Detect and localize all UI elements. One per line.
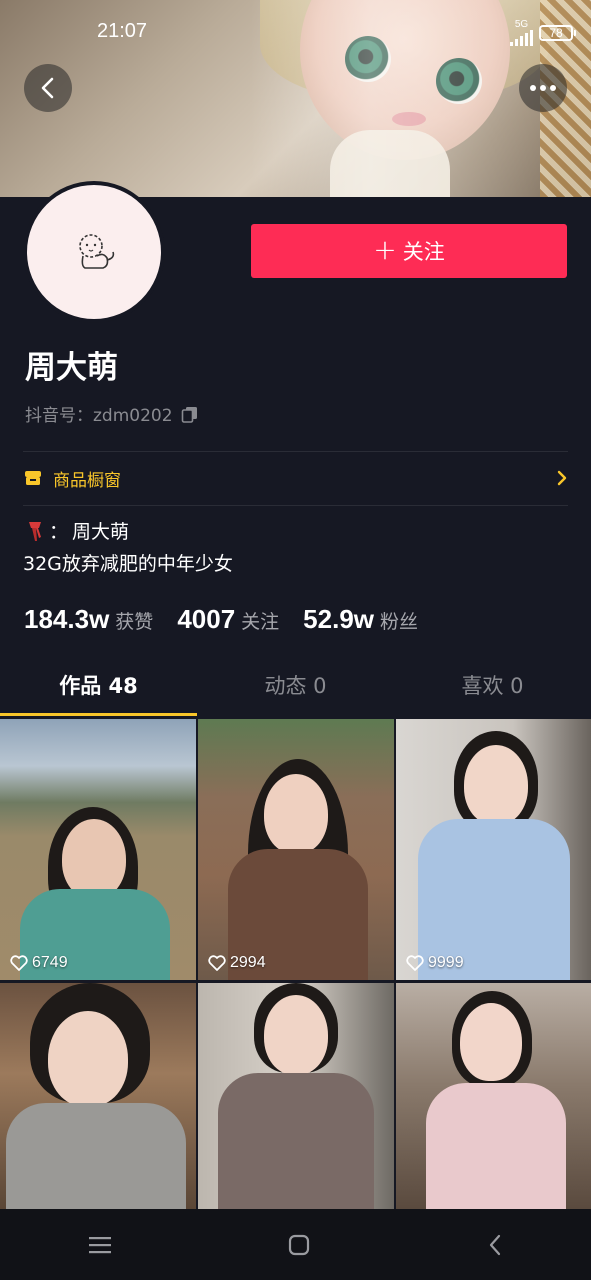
following-label[interactable]: 关注 <box>241 607 279 634</box>
followers-label[interactable]: 粉丝 <box>380 607 418 634</box>
video-likes: 9999 <box>406 954 464 972</box>
douyin-id-value: zdm0202 <box>93 406 173 426</box>
video-thumbnail[interactable] <box>0 983 196 1209</box>
avatar-image <box>27 185 161 319</box>
video-like-count: 2994 <box>230 954 266 971</box>
video-thumbnail[interactable] <box>396 983 591 1209</box>
douyin-id-label: 抖音号： <box>25 406 93 426</box>
system-nav-bar <box>0 1209 591 1280</box>
back-nav-icon[interactable] <box>487 1234 503 1256</box>
profile-name: 周大萌 <box>25 350 118 386</box>
battery-level: 78 <box>549 26 563 40</box>
battery-icon: 78 <box>539 25 576 41</box>
followers-count[interactable]: 52.9w <box>303 604 374 635</box>
video-like-count: 6749 <box>32 954 68 971</box>
bio-name: 周大萌 <box>72 521 130 543</box>
tab-liked[interactable]: 喜欢 0 <box>394 660 591 716</box>
scarf-icon <box>29 521 41 541</box>
back-button[interactable] <box>24 64 72 112</box>
chevron-right-icon <box>557 470 567 486</box>
bio-line-1: ： 周大萌 <box>25 517 129 544</box>
video-thumbnail[interactable]: 6749 <box>0 719 196 980</box>
chevron-left-icon <box>41 77 54 99</box>
heart-icon <box>208 955 226 971</box>
heart-icon <box>10 955 28 971</box>
network-type: 5G <box>514 19 529 30</box>
likes-count: 184.3w <box>24 604 110 634</box>
douyin-id-row[interactable]: 抖音号：zdm0202 <box>25 401 199 426</box>
status-time: 21:07 <box>97 20 148 42</box>
status-indicators: 5G 78 <box>510 19 576 46</box>
video-like-count: 9999 <box>428 954 464 971</box>
avatar[interactable] <box>23 181 165 323</box>
following-count[interactable]: 4007 <box>177 604 235 635</box>
more-dots-icon <box>530 85 556 91</box>
divider <box>23 451 568 452</box>
plus-icon: + <box>373 232 397 266</box>
video-thumbnail[interactable]: 2994 <box>198 719 394 980</box>
dog-doodle-icon <box>79 234 115 269</box>
profile-tabs: 作品 48 动态 0 喜欢 0 <box>0 660 591 716</box>
video-thumbnail[interactable]: 9999 <box>396 719 591 980</box>
video-grid: 6749 2994 9999 <box>0 719 591 1209</box>
follow-label: 关注 <box>402 240 445 264</box>
tab-works[interactable]: 作品 48 <box>0 660 197 716</box>
divider <box>23 505 568 506</box>
video-likes: 2994 <box>208 954 266 972</box>
home-icon[interactable] <box>288 1234 310 1256</box>
signal-icon <box>510 30 533 46</box>
bio-separator: ： <box>49 521 69 543</box>
bio-line-2: 32G放弃减肥的中年少女 <box>23 553 233 575</box>
profile-banner <box>0 0 591 197</box>
more-button[interactable] <box>519 64 567 112</box>
shop-window-label: 商品橱窗 <box>53 470 121 491</box>
video-thumbnail[interactable] <box>198 983 394 1209</box>
tab-activity[interactable]: 动态 0 <box>197 660 394 716</box>
video-likes: 6749 <box>10 954 68 972</box>
profile-stats: 184.3w 获赞 4007 关注 52.9w 粉丝 <box>24 604 442 635</box>
menu-icon[interactable] <box>88 1235 112 1255</box>
shop-icon <box>25 471 41 485</box>
likes-label: 获赞 <box>115 611 154 633</box>
copy-icon[interactable] <box>181 405 199 423</box>
heart-icon <box>406 955 424 971</box>
follow-button[interactable]: + 关注 <box>251 224 567 278</box>
shop-window-row[interactable]: 商品橱窗 <box>23 458 568 498</box>
